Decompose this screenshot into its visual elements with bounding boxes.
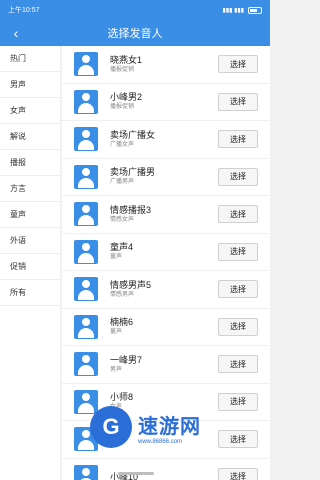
voice-name: 小师8 <box>110 392 134 403</box>
select-button[interactable]: 选择 <box>218 467 258 480</box>
sidebar-item-female[interactable]: 女声 <box>0 98 60 124</box>
voice-row: 小峰男2 播报促销 选择 <box>62 83 270 121</box>
sidebar-item-narration[interactable]: 解说 <box>0 124 60 150</box>
sidebar-item-foreign[interactable]: 外语 <box>0 228 60 254</box>
voice-desc: 广播女声 <box>110 141 135 148</box>
signal-icon: ▮▮▮ ▮▮▮ <box>222 7 244 14</box>
avatar-icon <box>74 314 98 339</box>
voice-row: 一峰男7 男声 选择 <box>62 346 270 384</box>
watermark: G 速游网 www.86866.com <box>90 405 270 449</box>
status-bar: 上午10:57 ▮▮▮ ▮▮▮ <box>0 0 270 20</box>
sidebar-item-promo[interactable]: 促销 <box>0 254 60 280</box>
voice-desc: 童声 <box>110 254 123 261</box>
avatar-icon <box>74 52 98 77</box>
sidebar-item-child[interactable]: 童声 <box>0 202 60 228</box>
sidebar-item-dialect[interactable]: 方言 <box>0 176 60 202</box>
watermark-url: www.86866.com <box>138 438 183 445</box>
select-button[interactable]: 选择 <box>218 130 258 149</box>
voice-name: 一峰男7 <box>110 354 143 365</box>
select-button[interactable]: 选择 <box>218 55 258 74</box>
avatar-icon <box>74 127 98 152</box>
watermark-logo-icon: G <box>90 406 132 448</box>
select-button[interactable]: 选择 <box>218 280 258 299</box>
voice-name: 楠楠6 <box>110 317 134 328</box>
title-bar: ‹ 选择发音人 <box>0 20 270 46</box>
voice-desc: 广播男声 <box>110 179 135 186</box>
voice-desc: 情感女声 <box>110 216 135 223</box>
avatar-icon <box>74 89 98 114</box>
select-button[interactable]: 选择 <box>218 242 258 261</box>
avatar-icon <box>74 464 98 480</box>
select-button[interactable]: 选择 <box>218 205 258 224</box>
status-time: 上午10:57 <box>8 7 40 14</box>
avatar-icon <box>74 239 98 264</box>
voice-row: 情感男声5 情感男声 选择 <box>62 271 270 309</box>
avatar-icon <box>74 277 98 302</box>
select-button[interactable]: 选择 <box>218 92 258 111</box>
voice-row: 情感播报3 情感女声 选择 <box>62 196 270 234</box>
select-button[interactable]: 选择 <box>218 317 258 336</box>
voice-desc: 童声 <box>110 329 123 336</box>
voice-row: 小峰10 选择 <box>62 458 270 480</box>
category-sidebar: 热门 男声 女声 解说 播报 方言 童声 外语 促销 所有 <box>0 46 60 480</box>
page-title: 选择发音人 <box>107 28 163 40</box>
voice-name: 情感播报3 <box>110 204 152 215</box>
voice-name: 卖场广播男 <box>110 167 156 178</box>
voice-name: 情感男声5 <box>110 279 152 290</box>
voice-name: 晓燕女1 <box>110 54 143 65</box>
voice-row: 童声4 童声 选择 <box>62 233 270 271</box>
voice-desc: 男声 <box>110 366 123 373</box>
sidebar-item-male[interactable]: 男声 <box>0 72 60 98</box>
voice-row: 卖场广播男 广播男声 选择 <box>62 158 270 196</box>
avatar-icon <box>74 164 98 189</box>
sidebar-item-hot[interactable]: 热门 <box>0 46 60 72</box>
voice-row: 晓燕女1 播报促销 选择 <box>62 46 270 84</box>
sidebar-item-all[interactable]: 所有 <box>0 280 60 306</box>
voice-desc: 情感男声 <box>110 291 135 298</box>
voice-desc: 播报促销 <box>110 66 135 73</box>
watermark-brand: 速游网 <box>138 415 201 438</box>
status-icons: ▮▮▮ ▮▮▮ <box>222 6 262 14</box>
voice-name: 卖场广播女 <box>110 129 156 140</box>
battery-icon <box>248 6 262 14</box>
voice-row: 卖场广播女 广播女声 选择 <box>62 121 270 159</box>
sidebar-item-broadcast[interactable]: 播报 <box>0 150 60 176</box>
home-indicator <box>118 472 154 475</box>
voice-row: 楠楠6 童声 选择 <box>62 308 270 346</box>
avatar-icon <box>74 352 98 377</box>
back-arrow-icon[interactable]: ‹ <box>6 23 26 43</box>
voice-name: 小峰男2 <box>110 92 143 103</box>
select-button[interactable]: 选择 <box>218 167 258 186</box>
voice-desc: 播报促销 <box>110 104 135 111</box>
avatar-icon <box>74 202 98 227</box>
select-button[interactable]: 选择 <box>218 355 258 374</box>
voice-name: 童声4 <box>110 242 134 253</box>
